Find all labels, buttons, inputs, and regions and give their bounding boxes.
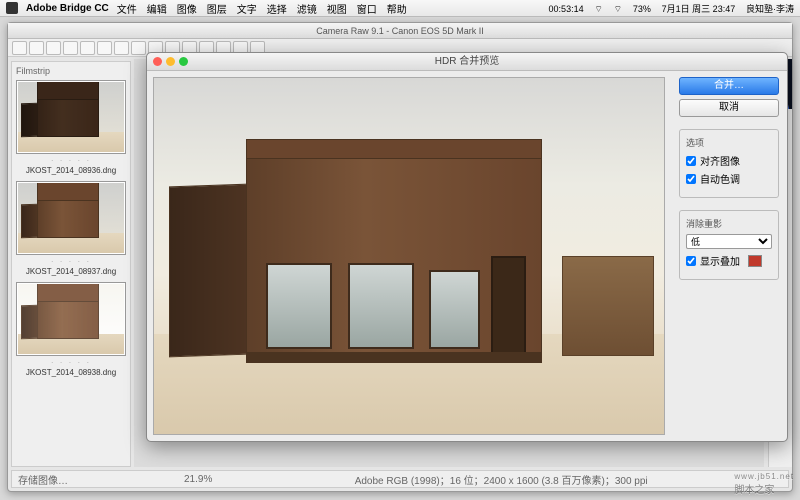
bluetooth-icon[interactable]: ⌔ [594, 4, 602, 14]
mac-menubar: Adobe Bridge CC 文件 编辑 图像 图层 文字 选择 滤镜 视图 … [0, 0, 800, 17]
workflow-link[interactable]: Adobe RGB (1998)；16 位；2400 x 1600 (3.8 百… [220, 472, 782, 487]
deghost-select-row: 低 [686, 234, 772, 249]
hdr-title: HDR 合并预览 [435, 56, 499, 67]
menu-filter[interactable]: 滤镜 [297, 1, 317, 16]
hdr-preview-image[interactable] [153, 77, 665, 435]
menubar-status: 00:53:14 ⌔ ⌔ 73% 7月1日 周三 23:47 良知塾·李涛 [541, 2, 794, 15]
menu-type[interactable]: 文字 [237, 1, 257, 16]
date-time[interactable]: 7月1日 周三 23:47 [662, 4, 736, 14]
battery-icon[interactable]: 73% [633, 4, 651, 14]
menu-file[interactable]: 文件 [117, 1, 137, 16]
wifi-icon[interactable]: ⌔ [614, 4, 622, 14]
filmstrip-panel: Filmstrip · · · · · JKOST_2014_08936.dng… [11, 61, 131, 467]
show-overlay-checkbox[interactable]: 显示叠加 [686, 253, 772, 268]
rating-dots[interactable]: · · · · · [16, 358, 126, 367]
apple-icon[interactable] [6, 2, 18, 14]
hand-tool-icon[interactable] [29, 41, 44, 55]
wb-tool-icon[interactable] [46, 41, 61, 55]
overlay-color-swatch[interactable] [748, 255, 762, 267]
app-name[interactable]: Adobe Bridge CC [26, 3, 109, 14]
hdr-side-panel: 合并… 取消 选项 对齐图像 自动色调 消除重影 低 显示叠加 [671, 71, 787, 441]
thumb-2[interactable]: · · · · · JKOST_2014_08937.dng [16, 181, 126, 276]
menu-layer[interactable]: 图层 [207, 1, 227, 16]
cancel-button[interactable]: 取消 [679, 99, 779, 117]
minimize-icon[interactable] [166, 57, 175, 66]
thumb-3[interactable]: · · · · · JKOST_2014_08938.dng [16, 282, 126, 377]
clock-small: 00:53:14 [549, 4, 584, 14]
acr-titlebar: Camera Raw 9.1 - Canon EOS 5D Mark II [8, 23, 792, 39]
watermark: www.jb51.net 脚本之家 [734, 472, 794, 496]
straighten-tool-icon[interactable] [114, 41, 129, 55]
deghost-select[interactable]: 低 [686, 234, 772, 249]
thumb-1[interactable]: · · · · · JKOST_2014_08936.dng [16, 80, 126, 175]
merge-button[interactable]: 合并… [679, 77, 779, 95]
filmstrip-header: Filmstrip [16, 66, 126, 76]
thumb-caption: JKOST_2014_08937.dng [16, 267, 126, 276]
hdr-titlebar[interactable]: HDR 合并预览 [147, 53, 787, 71]
save-image-button[interactable]: 存储图像… [18, 472, 68, 487]
align-checkbox[interactable]: 对齐图像 [686, 153, 772, 168]
zoom-tool-icon[interactable] [12, 41, 27, 55]
zoom-level[interactable]: 21.9% [184, 474, 212, 485]
menu-view[interactable]: 视图 [327, 1, 347, 16]
acr-footer: 存储图像… 21.9% Adobe RGB (1998)；16 位；2400 x… [11, 470, 789, 488]
spot-tool-icon[interactable] [131, 41, 146, 55]
autotone-checkbox[interactable]: 自动色调 [686, 171, 772, 186]
crop-tool-icon[interactable] [97, 41, 112, 55]
deghost-label: 消除重影 [686, 217, 772, 230]
close-icon[interactable] [153, 57, 162, 66]
color-sampler-icon[interactable] [63, 41, 78, 55]
deghost-group: 消除重影 低 显示叠加 [679, 210, 779, 280]
thumb-caption: JKOST_2014_08938.dng [16, 368, 126, 377]
options-label: 选项 [686, 136, 772, 149]
options-group: 选项 对齐图像 自动色调 [679, 129, 779, 198]
menu-image[interactable]: 图像 [177, 1, 197, 16]
menu-select[interactable]: 选择 [267, 1, 287, 16]
hdr-preview-area [147, 71, 671, 441]
menu-edit[interactable]: 编辑 [147, 1, 167, 16]
traffic-lights [153, 57, 188, 66]
rating-dots[interactable]: · · · · · [16, 156, 126, 165]
target-adjust-icon[interactable] [80, 41, 95, 55]
menu-help[interactable]: 帮助 [387, 1, 407, 16]
menu-window[interactable]: 窗口 [357, 1, 377, 16]
zoom-icon[interactable] [179, 57, 188, 66]
hdr-merge-dialog: HDR 合并预览 合并… 取消 选项 对齐图像 自动色调 [146, 52, 788, 442]
thumb-caption: JKOST_2014_08936.dng [16, 166, 126, 175]
user-menu[interactable]: 良知塾·李涛 [746, 4, 794, 14]
rating-dots[interactable]: · · · · · [16, 257, 126, 266]
